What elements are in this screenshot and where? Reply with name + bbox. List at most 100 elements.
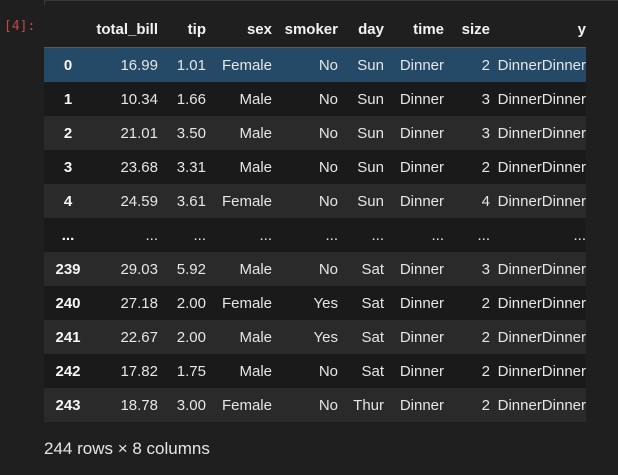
cell-smoker: Yes	[313, 328, 338, 346]
dataframe-table: total_bill tip sex smoker day time size y 0 16.9…	[44, 12, 586, 422]
table-row: 242 17.82 1.75 Male No Sat Dinner 2 DinnerDinner	[44, 354, 586, 388]
cell-sex: Male	[239, 362, 272, 380]
output-area-border	[44, 0, 618, 5]
cell-time: Dinner	[399, 362, 444, 380]
cell-smoker: No	[318, 260, 338, 278]
cell-size: 2	[481, 294, 490, 312]
cell-sex: Male	[239, 158, 272, 176]
cell-y: DinnerDinner	[497, 90, 586, 108]
cell-sex: ...	[259, 226, 272, 244]
cell-size: 2	[481, 396, 490, 414]
cell-time: Dinner	[399, 294, 444, 312]
cell-smoker: No	[318, 56, 338, 74]
cell-tip: 3.00	[176, 396, 206, 414]
row-index: 242	[55, 362, 81, 380]
cell-total-bill: 23.68	[120, 158, 158, 176]
table-body: 0 16.99 1.01 Female No Sun Dinner 2 DinnerDinner…	[44, 47, 586, 422]
cell-smoker: No	[318, 90, 338, 108]
cell-tip: 3.50	[176, 124, 206, 142]
cell-total-bill: 22.67	[120, 328, 158, 346]
column-header-total-bill: total_bill	[92, 12, 158, 48]
cell-sex: Male	[239, 328, 272, 346]
cell-sex: Female	[221, 192, 272, 210]
cell-total-bill: 21.01	[120, 124, 158, 142]
cell-size: 2	[481, 362, 490, 380]
cell-tip: 1.01	[176, 56, 206, 74]
cell-size: 4	[481, 192, 490, 210]
cell-total-bill: 16.99	[120, 56, 158, 74]
cell-size: 2	[481, 158, 490, 176]
header-row: total_bill tip sex smoker day time size y	[44, 12, 586, 48]
cell-sex: Female	[221, 294, 272, 312]
cell-day: ...	[371, 226, 384, 244]
column-header-smoker: smoker	[272, 12, 338, 48]
cell-smoker: No	[318, 124, 338, 142]
cell-sex: Female	[221, 396, 272, 414]
cell-smoker: No	[318, 158, 338, 176]
table-header: total_bill tip sex smoker day time size y	[44, 12, 586, 48]
cell-day: Sat	[361, 260, 384, 278]
cell-total-bill: 17.82	[120, 362, 158, 380]
cell-sex: Male	[239, 124, 272, 142]
table-row: 240 27.18 2.00 Female Yes Sat Dinner 2 DinnerDin…	[44, 286, 586, 320]
cell-total-bill: ...	[145, 226, 158, 244]
column-header-size: size	[444, 12, 490, 48]
cell-size: 3	[481, 124, 490, 142]
cell-day: Sat	[361, 328, 384, 346]
cell-y: DinnerDinner	[497, 328, 586, 346]
cell-y: DinnerDinner	[497, 158, 586, 176]
cell-size: 3	[481, 90, 490, 108]
index-header	[44, 12, 92, 48]
cell-y: DinnerDinner	[497, 124, 586, 142]
table-row: 1 10.34 1.66 Male No Sun Dinner 3 DinnerDinner	[44, 82, 586, 116]
cell-tip: 5.92	[176, 260, 206, 278]
cell-size: 2	[481, 56, 490, 74]
cell-day: Sun	[357, 192, 384, 210]
cell-y: ...	[573, 226, 586, 244]
cell-total-bill: 18.78	[120, 396, 158, 414]
cell-smoker: Yes	[313, 294, 338, 312]
cell-time: Dinner	[399, 192, 444, 210]
row-index: 243	[55, 396, 81, 414]
cell-tip: 3.61	[176, 192, 206, 210]
cell-tip: 2.00	[176, 294, 206, 312]
cell-day: Sat	[361, 362, 384, 380]
cell-time: Dinner	[399, 124, 444, 142]
cell-day: Sun	[357, 90, 384, 108]
cell-time: Dinner	[399, 328, 444, 346]
table-row: 3 23.68 3.31 Male No Sun Dinner 2 DinnerDinner	[44, 150, 586, 184]
column-header-sex: sex	[206, 12, 272, 48]
cell-smoker: ...	[325, 226, 338, 244]
table-row: 243 18.78 3.00 Female No Thur Dinner 2 DinnerDin…	[44, 388, 586, 422]
row-index: 3	[63, 158, 73, 176]
cell-tip: 2.00	[176, 328, 206, 346]
column-header-day: day	[338, 12, 384, 48]
cell-total-bill: 24.59	[120, 192, 158, 210]
dataframe-shape-summary: 244 rows × 8 columns	[44, 439, 210, 458]
row-index: 4	[63, 192, 73, 210]
cell-tip: ...	[193, 226, 206, 244]
cell-day: Sun	[357, 56, 384, 74]
cell-time: Dinner	[399, 56, 444, 74]
cell-smoker: No	[318, 192, 338, 210]
table-row: 241 22.67 2.00 Male Yes Sat Dinner 2 DinnerDinne…	[44, 320, 586, 354]
cell-sex: Male	[239, 260, 272, 278]
table-row: 239 29.03 5.92 Male No Sat Dinner 3 DinnerDinner	[44, 252, 586, 286]
table-row: 4 24.59 3.61 Female No Sun Dinner 4 DinnerDinner	[44, 184, 586, 218]
cell-tip: 1.75	[176, 362, 206, 380]
cell-y: DinnerDinner	[497, 192, 586, 210]
cell-y: DinnerDinner	[497, 56, 586, 74]
row-index: 239	[55, 260, 81, 278]
cell-smoker: No	[318, 396, 338, 414]
column-header-tip: tip	[158, 12, 206, 48]
cell-time: ...	[431, 226, 444, 244]
cell-total-bill: 27.18	[120, 294, 158, 312]
cell-time: Dinner	[399, 396, 444, 414]
cell-size: ...	[477, 226, 490, 244]
table-row: 2 21.01 3.50 Male No Sun Dinner 3 DinnerDinner	[44, 116, 586, 150]
row-index: 241	[55, 328, 81, 346]
row-index: ...	[61, 226, 75, 244]
cell-tip: 3.31	[176, 158, 206, 176]
cell-day: Thur	[353, 396, 384, 414]
cell-day: Sat	[361, 294, 384, 312]
